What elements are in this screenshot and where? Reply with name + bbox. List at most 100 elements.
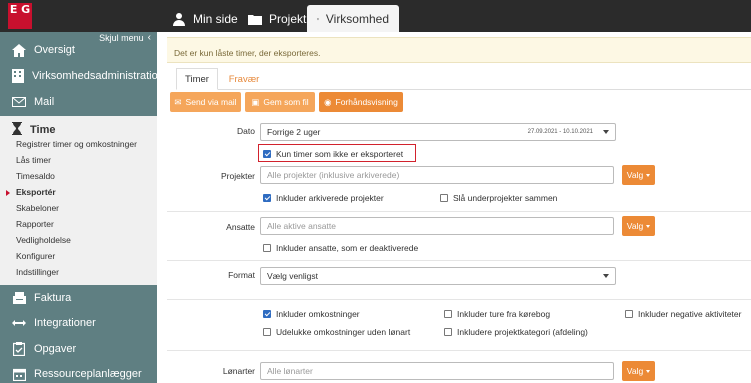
checkbox-box bbox=[444, 310, 452, 318]
divider bbox=[167, 350, 751, 351]
include-logbook-checkbox[interactable]: Inkluder ture fra kørebog bbox=[444, 309, 550, 319]
top-navigation-bar: E G Min side Projekt Virksomhed bbox=[0, 0, 751, 32]
tab-timer[interactable]: Timer bbox=[176, 68, 218, 90]
sidebar-item-oversigt[interactable]: Oversigt bbox=[0, 38, 157, 62]
sidebar-sub-timesaldo[interactable]: Timesaldo bbox=[16, 171, 55, 181]
sidebar-item-label: Virksomhedsadministration bbox=[32, 70, 164, 82]
sidebar-sub-konfigurer[interactable]: Konfigurer bbox=[16, 251, 55, 261]
valg-label: Valg bbox=[626, 221, 644, 231]
include-project-category-label: Inkludere projektkategori (afdeling) bbox=[457, 327, 588, 337]
sidebar-sub-eksporter[interactable]: Eksportér bbox=[16, 187, 56, 197]
only-unexported-checkbox[interactable]: Kun timer som ikke er eksporteret bbox=[263, 149, 403, 159]
only-unexported-label: Kun timer som ikke er eksporteret bbox=[276, 149, 404, 159]
caret-down-icon bbox=[646, 224, 651, 228]
format-value: Vælg venligst bbox=[267, 271, 319, 281]
preview-label: Forhåndsvisning bbox=[335, 97, 398, 107]
eg-logo[interactable]: E G bbox=[0, 0, 40, 32]
projekter-label: Projekter bbox=[220, 171, 255, 181]
arrows-icon bbox=[12, 316, 26, 330]
sidebar-item-label: Oversigt bbox=[34, 44, 75, 56]
projekter-valg-button[interactable]: Valg bbox=[622, 165, 655, 185]
loenarter-input[interactable]: Alle lønarter bbox=[260, 362, 614, 380]
dato-value: Forrige 2 uger bbox=[267, 127, 321, 137]
ansatte-input[interactable]: Alle aktive ansatte bbox=[260, 217, 614, 235]
sidebar-sub-rapporter[interactable]: Rapporter bbox=[16, 219, 54, 229]
divider bbox=[167, 211, 751, 212]
checkbox-box bbox=[263, 244, 271, 252]
building-icon bbox=[12, 69, 24, 83]
sidebar-item-ressourceplanlaegger[interactable]: Ressourceplanlægger bbox=[0, 362, 157, 383]
checkbox-box bbox=[444, 328, 452, 336]
active-bullet bbox=[6, 190, 10, 196]
loenarter-label: Lønarter bbox=[222, 366, 255, 376]
include-deactivated-checkbox[interactable]: Inkluder ansatte, som er deaktiverede bbox=[263, 243, 418, 253]
save-as-file-label: Gem som fil bbox=[263, 97, 309, 107]
sidebar-item-mail[interactable]: Mail bbox=[0, 90, 157, 114]
ansatte-valg-button[interactable]: Valg bbox=[622, 216, 655, 236]
checkbox-box bbox=[263, 194, 271, 202]
info-notice: Det er kun låste timer, der eksporteres. bbox=[167, 37, 751, 63]
sidebar-sub-skabeloner[interactable]: Skabeloner bbox=[16, 203, 59, 213]
sidebar-item-label: Time bbox=[30, 124, 56, 136]
checkbox-box bbox=[440, 194, 448, 202]
send-via-mail-button[interactable]: ✉ Send via mail bbox=[170, 92, 241, 112]
sidebar-item-faktura[interactable]: Faktura bbox=[0, 286, 157, 310]
sidebar-item-virksomhedsadministration[interactable]: Virksomhedsadministration bbox=[0, 64, 164, 88]
tab-virksomhed[interactable]: Virksomhed bbox=[307, 5, 399, 32]
main-content: Det er kun låste timer, der eksporteres.… bbox=[157, 32, 751, 383]
include-project-category-checkbox[interactable]: Inkludere projektkategori (afdeling) bbox=[444, 327, 588, 337]
include-deactivated-label: Inkluder ansatte, som er deaktiverede bbox=[276, 243, 419, 253]
tab-min-side[interactable]: Min side bbox=[162, 5, 248, 32]
sidebar-item-label: Mail bbox=[34, 96, 55, 108]
logo-mark: E G bbox=[8, 3, 32, 29]
include-costs-label: Inkluder omkostninger bbox=[276, 309, 360, 319]
merge-subprojects-checkbox[interactable]: Slå underprojekter sammen bbox=[440, 193, 557, 203]
tab-fravaer[interactable]: Fravær bbox=[224, 68, 264, 90]
sidebar-item-opgaver[interactable]: Opgaver bbox=[0, 337, 157, 361]
tab-projekt[interactable]: Projekt bbox=[238, 5, 316, 32]
format-select[interactable]: Vælg venligst bbox=[260, 267, 616, 285]
checkbox-box bbox=[263, 310, 271, 318]
building-icon bbox=[317, 17, 319, 20]
checkbox-box bbox=[263, 150, 271, 158]
sidebar-sub-registrer[interactable]: Registrer timer og omkostninger bbox=[16, 139, 137, 149]
include-archived-checkbox[interactable]: Inkluder arkiverede projekter bbox=[263, 193, 384, 203]
folder-icon bbox=[248, 14, 262, 25]
sidebar-item-integrationer[interactable]: Integrationer bbox=[0, 311, 157, 335]
sidebar-item-label: Faktura bbox=[34, 292, 72, 304]
person-icon bbox=[173, 12, 185, 26]
clipboard-icon bbox=[12, 342, 26, 356]
ansatte-label: Ansatte bbox=[226, 222, 255, 232]
include-negative-label: Inkluder negative aktiviteter bbox=[638, 309, 742, 319]
caret-down-icon bbox=[646, 173, 651, 177]
tab-virksomhed-label: Virksomhed bbox=[325, 11, 389, 26]
loenarter-valg-button[interactable]: Valg bbox=[622, 361, 655, 381]
preview-button[interactable]: ◉ Forhåndsvisning bbox=[319, 92, 403, 112]
include-archived-label: Inkluder arkiverede projekter bbox=[276, 193, 384, 203]
send-via-mail-label: Send via mail bbox=[185, 97, 237, 107]
save-as-file-button[interactable]: ▣ Gem som fil bbox=[245, 92, 315, 112]
divider bbox=[167, 260, 751, 261]
include-negative-checkbox[interactable]: Inkluder negative aktiviteter bbox=[625, 309, 741, 319]
sidebar-sub-indstillinger[interactable]: Indstillinger bbox=[16, 267, 59, 277]
valg-label: Valg bbox=[626, 366, 644, 376]
tab-min-side-label: Min side bbox=[193, 11, 238, 26]
sidebar-sub-vedligholdelse[interactable]: Vedligholdelse bbox=[16, 235, 71, 245]
sidebar-item-time[interactable]: Time bbox=[12, 122, 55, 138]
chevron-down-icon bbox=[603, 274, 609, 278]
checkbox-box bbox=[625, 310, 633, 318]
format-label: Format bbox=[228, 270, 255, 280]
sidebar-item-label: Opgaver bbox=[34, 343, 77, 355]
merge-subprojects-label: Slå underprojekter sammen bbox=[453, 193, 558, 203]
calendar-icon bbox=[12, 367, 26, 381]
chevron-down-icon bbox=[603, 130, 609, 134]
divider bbox=[167, 299, 751, 300]
include-costs-checkbox[interactable]: Inkluder omkostninger bbox=[263, 309, 360, 319]
projekter-input[interactable]: Alle projekter (inklusive arkiverede) bbox=[260, 166, 614, 184]
sidebar-item-label: Integrationer bbox=[34, 317, 96, 329]
caret-down-icon bbox=[646, 369, 651, 373]
save-icon: ▣ bbox=[251, 96, 260, 107]
dato-select[interactable]: Forrige 2 uger 27.09.2021 - 10.10.2021 bbox=[260, 123, 616, 141]
exclude-unpaid-costs-checkbox[interactable]: Udelukke omkostninger uden lønart bbox=[263, 327, 410, 337]
sidebar-sub-laas-timer[interactable]: Lås timer bbox=[16, 155, 51, 165]
